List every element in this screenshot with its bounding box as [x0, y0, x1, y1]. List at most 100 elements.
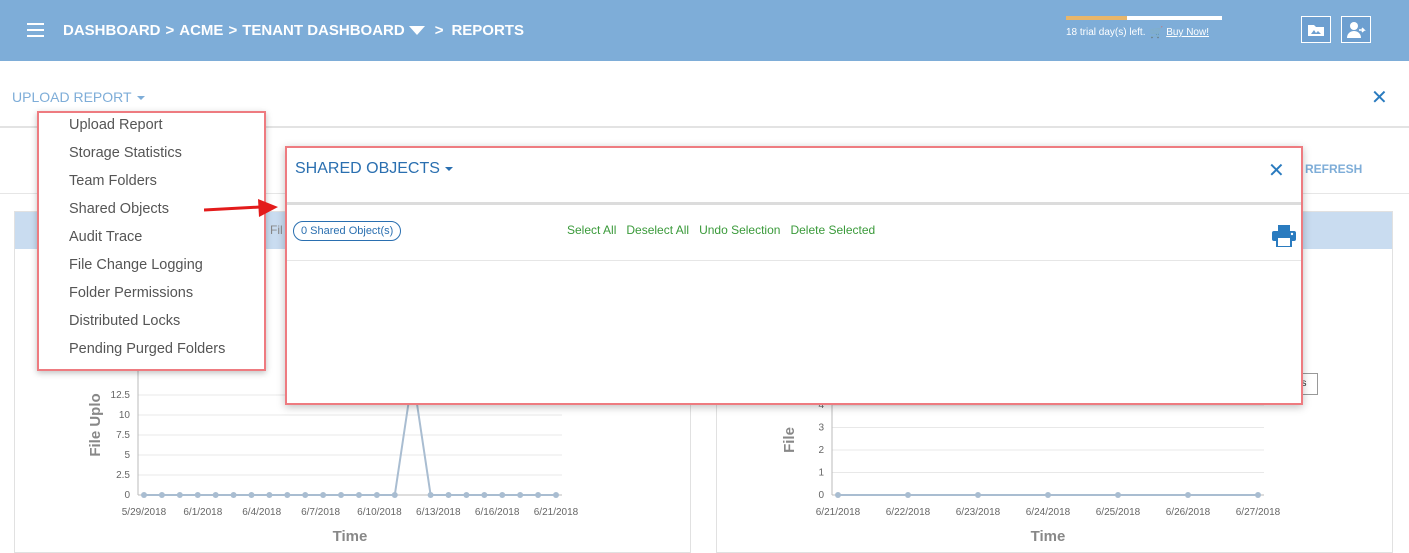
annotation-arrow	[204, 199, 278, 217]
x-tick-label: 6/4/2018	[242, 507, 281, 518]
top-bar: DASHBOARD > ACME > TENANT DASHBOARD > RE…	[0, 0, 1409, 61]
data-point	[517, 492, 524, 498]
x-tick-label: 5/29/2018	[122, 507, 167, 518]
x-axis-label: Time	[1031, 528, 1066, 545]
data-point	[499, 492, 506, 498]
close-icon[interactable]: ✕	[1371, 88, 1388, 108]
y-tick-label: 2	[818, 445, 824, 456]
trial-days-text: 18 trial day(s) left.	[1066, 27, 1146, 38]
data-point	[835, 492, 841, 498]
data-point	[284, 492, 291, 498]
data-point	[373, 492, 380, 498]
data-point	[463, 492, 470, 498]
x-tick-label: 6/16/2018	[475, 507, 520, 518]
data-point	[445, 492, 452, 498]
y-tick-label: 0	[124, 490, 130, 501]
cart-icon[interactable]: 🛒	[1149, 26, 1163, 39]
data-point	[355, 492, 362, 498]
x-tick-label: 6/23/2018	[956, 507, 1001, 518]
x-tick-label: 6/21/2018	[816, 507, 861, 518]
data-point	[1255, 492, 1261, 498]
trial-progress-bar	[1066, 16, 1222, 20]
data-point	[248, 492, 255, 498]
delete-selected-link[interactable]: Delete Selected	[790, 223, 875, 237]
y-tick-label: 12.5	[111, 390, 131, 401]
data-point	[194, 492, 201, 498]
menu-item-upload-report[interactable]: Upload Report	[69, 117, 163, 133]
menu-item-audit-trace[interactable]: Audit Trace	[69, 229, 142, 245]
y-tick-label: 1	[818, 468, 824, 479]
undo-selection-link[interactable]: Undo Selection	[699, 223, 780, 237]
data-point	[266, 492, 273, 498]
deselect-all-link[interactable]: Deselect All	[626, 223, 689, 237]
y-tick-label: 5	[124, 450, 130, 461]
data-point	[320, 492, 327, 498]
menu-item-distributed-locks[interactable]: Distributed Locks	[69, 313, 180, 329]
menu-item-file-change-logging[interactable]: File Change Logging	[69, 257, 203, 273]
data-point	[1185, 492, 1191, 498]
data-point	[535, 492, 542, 498]
breadcrumb-reports: REPORTS	[451, 22, 524, 39]
buy-now-link[interactable]: Buy Now!	[1166, 27, 1209, 38]
menu-item-storage-statistics[interactable]: Storage Statistics	[69, 145, 182, 161]
trial-status: 18 trial day(s) left. 🛒 Buy Now!	[1066, 16, 1226, 39]
data-point	[553, 492, 559, 498]
x-tick-label: 6/7/2018	[301, 507, 340, 518]
dialog-title[interactable]: SHARED OBJECTS	[295, 160, 453, 178]
print-icon[interactable]	[1272, 225, 1296, 247]
report-menu: Upload Report Storage Statistics Team Fold…	[37, 111, 266, 371]
caret-down-icon[interactable]	[408, 26, 425, 35]
breadcrumb-acme[interactable]: ACME	[179, 22, 223, 39]
y-tick-label: 0	[818, 490, 824, 501]
x-tick-label: 6/27/2018	[1236, 507, 1280, 518]
x-tick-label: 6/1/2018	[183, 507, 222, 518]
menu-item-pending-purged-folders[interactable]: Pending Purged Folders	[69, 341, 225, 357]
shared-objects-dialog: SHARED OBJECTS ✕ 0 Shared Object(s) Sele…	[285, 146, 1303, 405]
y-tick-label: 2.5	[116, 470, 130, 481]
refresh-button[interactable]: REFRESH	[1305, 162, 1362, 176]
caret-down-icon	[136, 96, 145, 101]
x-tick-label: 6/25/2018	[1096, 507, 1141, 518]
menu-item-team-folders[interactable]: Team Folders	[69, 173, 157, 189]
divider	[287, 260, 1301, 261]
data-point	[158, 492, 165, 498]
data-point	[975, 492, 981, 498]
y-tick-label: 10	[119, 410, 131, 421]
x-tick-label: 6/21/2018	[534, 507, 579, 518]
menu-item-folder-permissions[interactable]: Folder Permissions	[69, 285, 193, 301]
x-tick-label: 6/24/2018	[1026, 507, 1071, 518]
breadcrumb-dashboard[interactable]: DASHBOARD	[63, 22, 161, 39]
user-switch-icon	[1347, 21, 1366, 38]
menu-item-shared-objects[interactable]: Shared Objects	[69, 201, 169, 217]
x-tick-label: 6/13/2018	[416, 507, 461, 518]
report-selector[interactable]: UPLOAD REPORT	[12, 89, 145, 105]
user-switch-button[interactable]	[1341, 16, 1371, 43]
report-selector-label: UPLOAD REPORT	[12, 89, 132, 105]
close-icon[interactable]: ✕	[1268, 161, 1285, 181]
data-point	[302, 492, 309, 498]
breadcrumb-separator: >	[434, 22, 444, 39]
breadcrumb: DASHBOARD > ACME > TENANT DASHBOARD > RE…	[63, 22, 524, 39]
data-point	[230, 492, 237, 498]
data-point	[427, 492, 434, 498]
divider	[287, 202, 1301, 205]
shared-object-count-badge: 0 Shared Object(s)	[293, 221, 402, 241]
data-point	[481, 492, 488, 498]
data-point	[1045, 492, 1051, 498]
select-all-link[interactable]: Select All	[567, 223, 616, 237]
breadcrumb-tenant-dashboard[interactable]: TENANT DASHBOARD	[242, 22, 405, 39]
y-tick-label: 3	[818, 423, 824, 434]
folder-picture-button[interactable]	[1301, 16, 1331, 43]
data-point	[1115, 492, 1121, 498]
data-point	[905, 492, 911, 498]
x-axis-label: Time	[333, 528, 368, 545]
y-tick-label: 7.5	[116, 430, 130, 441]
caret-down-icon	[444, 166, 453, 171]
menu-icon[interactable]	[27, 23, 44, 37]
data-point	[212, 492, 219, 498]
x-tick-label: 6/22/2018	[886, 507, 931, 518]
app-root: DASHBOARD > ACME > TENANT DASHBOARD > RE…	[0, 0, 1409, 553]
breadcrumb-separator: >	[228, 22, 238, 39]
data-point	[141, 492, 147, 498]
trial-progress-fill	[1066, 16, 1127, 20]
